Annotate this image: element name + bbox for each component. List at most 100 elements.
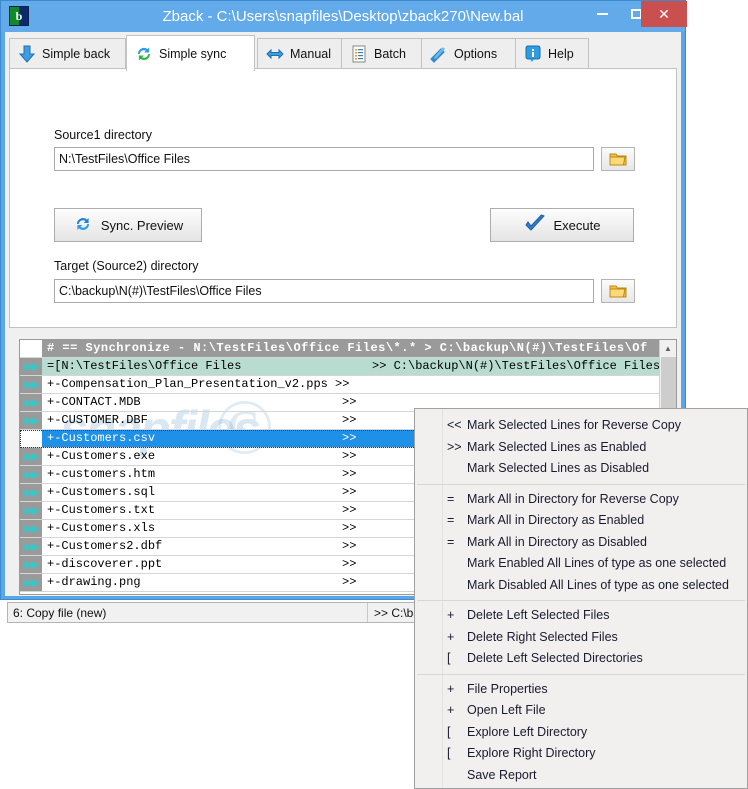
menu-item-label: Mark Selected Lines as Disabled: [467, 461, 650, 475]
menu-item-label: Explore Left Directory: [467, 724, 588, 739]
double-chevron-icon: ▶▶: [24, 522, 40, 535]
sync-preview-label: Sync. Preview: [100, 217, 184, 233]
menu-item[interactable]: >> Mark Selected Lines as Enabled: [415, 437, 747, 459]
target-browse-button[interactable]: [601, 279, 635, 303]
menu-item[interactable]: Mark Enabled All Lines of type as one se…: [415, 553, 747, 575]
row-path: =[N:\TestFiles\Office Files: [47, 359, 242, 373]
title-bar: b Zback - C:\Users\snapfiles\Desktop\zba…: [1, 1, 687, 32]
row-path: +-Customers.exe: [47, 449, 156, 463]
row-enabled-marker-icon[interactable]: ▶▶: [20, 466, 42, 483]
menu-item[interactable]: Mark Selected Lines as Disabled: [415, 458, 747, 480]
row-marker-empty[interactable]: [20, 340, 42, 357]
table-row[interactable]: ▶▶ =[N:\TestFiles\Office Files >> C:\backu…: [20, 358, 676, 376]
tab-label: Help: [548, 47, 574, 61]
menu-item[interactable]: + Delete Left Selected Files: [415, 605, 747, 627]
double-chevron-icon: ▶▶: [24, 450, 40, 463]
tab-label: Options: [454, 47, 498, 61]
row-enabled-marker-icon[interactable]: ▶▶: [20, 502, 42, 519]
status-left-text: 6: Copy file (new): [13, 605, 107, 620]
context-menu[interactable]: << Mark Selected Lines for Reverse Copy >>…: [414, 408, 748, 789]
menu-item[interactable]: Save Report: [415, 765, 747, 787]
row-enabled-marker-icon[interactable]: ▶▶: [20, 448, 42, 465]
row-direction: >>: [342, 575, 357, 589]
menu-item[interactable]: << Mark Selected Lines for Reverse Copy: [415, 415, 747, 437]
row-direction: >>: [342, 413, 357, 427]
row-enabled-marker-icon[interactable]: ▶▶: [20, 556, 42, 573]
row-enabled-marker-icon[interactable]: ▶▶: [20, 376, 42, 393]
menu-item-label: Explore Right Directory: [467, 746, 596, 760]
row-enabled-marker-icon[interactable]: ▶▶: [20, 484, 42, 501]
row-text: # == Synchronize - N:\TestFiles\Office F…: [42, 340, 676, 357]
menu-item[interactable]: + Open Left File: [415, 700, 747, 722]
tab-help[interactable]: Help: [515, 38, 589, 69]
menu-separator: [417, 600, 745, 601]
menu-item[interactable]: + File Properties: [415, 679, 747, 701]
menu-item-mark: +: [447, 629, 455, 644]
context-menu-items: << Mark Selected Lines for Reverse Copy >>…: [415, 409, 747, 786]
row-path: +-customers.htm: [47, 467, 156, 481]
chevron-up-icon[interactable]: ▲: [660, 340, 676, 356]
menu-item[interactable]: = Mark All in Directory for Reverse Copy: [415, 489, 747, 511]
menu-item-mark: =: [447, 513, 455, 527]
source1-browse-button[interactable]: [601, 147, 635, 171]
double-chevron-icon: ▶▶: [24, 396, 40, 409]
table-row[interactable]: # == Synchronize - N:\TestFiles\Office F…: [20, 340, 676, 358]
double-chevron-icon: ▶▶: [24, 540, 40, 553]
close-button[interactable]: ✕: [641, 1, 687, 27]
row-enabled-marker-icon[interactable]: ▶▶: [20, 538, 42, 555]
tab-simple-sync[interactable]: Simple sync: [126, 35, 255, 71]
row-enabled-marker-icon[interactable]: ▶▶: [20, 520, 42, 537]
double-chevron-icon: ▶▶: [24, 504, 40, 517]
row-direction: >>: [342, 539, 357, 553]
menu-item[interactable]: [Explore Left Directory: [415, 722, 747, 744]
document-list-icon: [349, 44, 369, 64]
sync-preview-button[interactable]: Sync. Preview: [54, 208, 202, 242]
tab-batch[interactable]: Batch: [341, 38, 429, 69]
menu-item-label: Mark All in Directory as Disabled: [467, 534, 647, 549]
menu-item-label: Mark Selected Lines as Enabled: [467, 439, 647, 454]
menu-separator: [417, 483, 745, 485]
menu-item-label: Save Report: [467, 767, 537, 782]
row-path: +-Customers2.dbf: [47, 539, 163, 553]
double-chevron-icon: ▶▶: [24, 378, 40, 391]
tab-label: Simple back: [42, 47, 111, 61]
target-input[interactable]: C:\backup\N(#)\TestFiles\Office Files: [54, 279, 594, 303]
menu-item-mark: +: [447, 681, 455, 696]
menu-item-label: Mark Selected Lines for Reverse Copy: [467, 418, 681, 432]
menu-item-mark: >>: [447, 439, 462, 454]
menu-item[interactable]: = Mark All in Directory as Disabled: [415, 532, 747, 554]
tab-manual[interactable]: Manual: [257, 38, 349, 69]
row-enabled-marker-icon[interactable]: ▶▶: [20, 412, 42, 429]
minimize-button[interactable]: [587, 1, 617, 27]
row-path: +-CUSTOMER.DBF: [47, 413, 148, 427]
row-direction: >>: [342, 431, 357, 445]
menu-item[interactable]: [ Explore Right Directory: [415, 743, 747, 765]
menu-item[interactable]: [Delete Left Selected Directories: [415, 648, 747, 670]
target-label: Target (Source2) directory: [54, 259, 199, 273]
left-right-arrow-icon: [265, 44, 285, 64]
menu-item[interactable]: Mark Disabled All Lines of type as one s…: [415, 575, 747, 597]
tab-simple-back[interactable]: Simple back: [9, 38, 126, 69]
row-path: +-Compensation_Plan_Presentation_v2.pps …: [47, 377, 350, 391]
row-path: +-discoverer.ppt: [47, 557, 163, 571]
menu-item-mark: <<: [447, 418, 462, 432]
folder-icon: [609, 153, 627, 165]
menu-item-mark: [: [447, 746, 451, 760]
row-enabled-marker-icon[interactable]: ▶▶: [20, 394, 42, 411]
source1-label: Source1 directory: [54, 128, 152, 142]
tab-options[interactable]: Options: [421, 38, 519, 69]
blue-check-icon: [524, 213, 546, 237]
menu-item[interactable]: = Mark All in Directory as Enabled: [415, 510, 747, 532]
row-enabled-marker-icon[interactable]: ▶▶: [20, 574, 42, 591]
menu-item-label: Delete Left Selected Directories: [467, 651, 643, 665]
row-enabled-marker-icon[interactable]: ▶▶: [20, 358, 42, 375]
source1-input[interactable]: N:\TestFiles\Office Files: [54, 147, 594, 171]
execute-button[interactable]: Execute: [490, 208, 634, 242]
table-row[interactable]: ▶▶ +-Compensation_Plan_Presentation_v2.pp…: [20, 376, 676, 394]
down-arrow-icon: [17, 44, 37, 64]
menu-item-label: Delete Left Selected Files: [467, 608, 610, 622]
menu-item-label: Delete Right Selected Files: [467, 629, 618, 644]
double-chevron-icon: ▶▶: [24, 576, 40, 589]
row-marker-empty[interactable]: [20, 430, 42, 447]
menu-item[interactable]: + Delete Right Selected Files: [415, 627, 747, 649]
